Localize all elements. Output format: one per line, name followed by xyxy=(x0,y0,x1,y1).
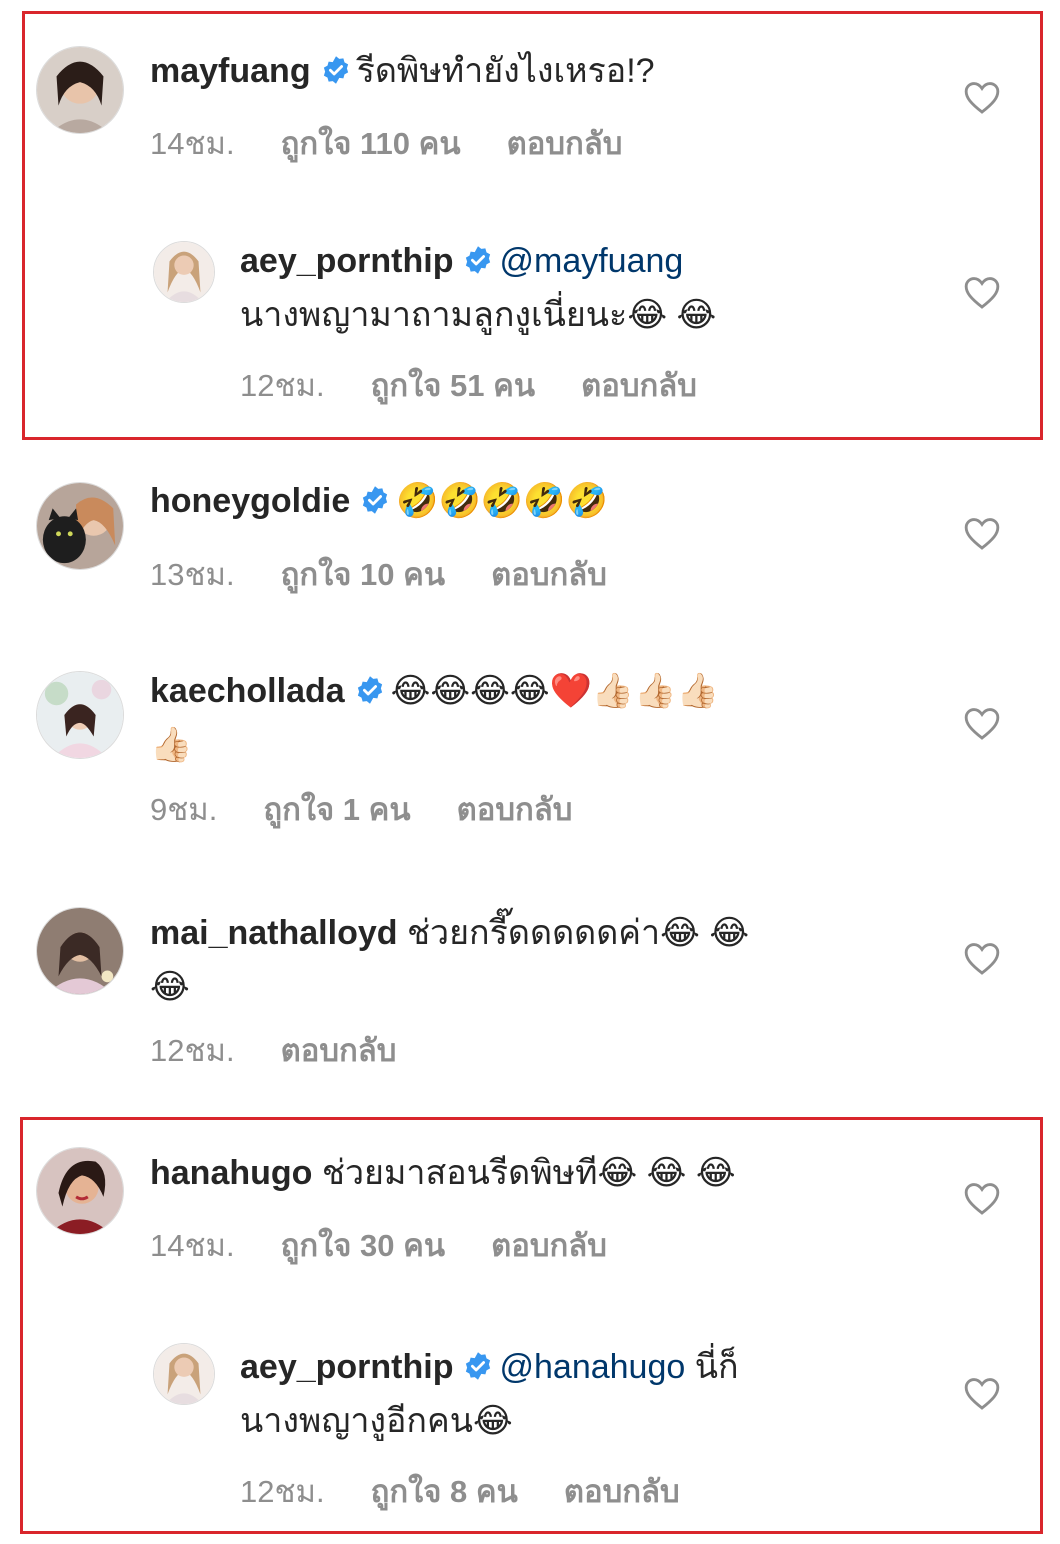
verified-badge-icon xyxy=(355,675,385,705)
likes-count[interactable]: ถูกใจ 10 คน xyxy=(281,557,445,592)
comment-text-continued: 👍🏻 xyxy=(150,726,193,764)
avatar[interactable] xyxy=(36,671,124,759)
username[interactable]: kaechollada xyxy=(150,672,345,710)
avatar[interactable] xyxy=(153,241,215,303)
mention-link[interactable]: @mayfuang xyxy=(499,242,683,280)
avatar[interactable] xyxy=(36,907,124,995)
comment-time: 13ชม. xyxy=(150,557,235,592)
reply-button[interactable]: ตอบกลับ xyxy=(491,1228,607,1263)
comment-text: นี่ก็ xyxy=(694,1348,739,1386)
comment-meta: 9ชม. ถูกใจ 1 คน ตอบกลับ xyxy=(150,784,618,834)
username[interactable]: aey_pornthip xyxy=(240,242,453,280)
likes-count[interactable]: ถูกใจ 8 คน xyxy=(371,1474,518,1509)
username[interactable]: mai_nathalloyd xyxy=(150,914,398,952)
comment-text-continued: นางพญางูอีกคน😂 xyxy=(240,1402,513,1440)
verified-badge-icon xyxy=(360,485,390,515)
avatar[interactable] xyxy=(36,1147,124,1235)
reply-button[interactable]: ตอบกลับ xyxy=(564,1474,680,1509)
comment-text: 😂😂😂😂❤️👍🏻👍🏻👍🏻 xyxy=(390,672,719,710)
like-heart-icon[interactable] xyxy=(963,1375,1001,1411)
comment-time: 14ชม. xyxy=(150,126,235,161)
comment-text-continued: 😂 xyxy=(150,968,190,1006)
comment-meta: 14ชม. ถูกใจ 110 คน ตอบกลับ xyxy=(150,118,668,168)
likes-count[interactable]: ถูกใจ 51 คน xyxy=(371,368,535,403)
comment-text: ช่วยกรี๊ดดดดดค่า😂 😂 xyxy=(406,914,750,952)
comment-time: 12ชม. xyxy=(150,1033,235,1068)
reply-button[interactable]: ตอบกลับ xyxy=(457,792,573,827)
comment-time: 12ชม. xyxy=(240,368,325,403)
like-heart-icon[interactable] xyxy=(963,940,1001,976)
likes-count[interactable]: ถูกใจ 30 คน xyxy=(281,1228,445,1263)
like-heart-icon[interactable] xyxy=(963,515,1001,551)
username[interactable]: hanahugo xyxy=(150,1154,312,1192)
username[interactable]: aey_pornthip xyxy=(240,1348,453,1386)
comment-text: 🤣🤣🤣🤣🤣 xyxy=(396,482,608,520)
verified-badge-icon xyxy=(463,245,493,275)
comment-meta: 12ชม. ถูกใจ 51 คน ตอบกลับ xyxy=(240,360,743,410)
comment-meta: 12ชม. ถูกใจ 8 คน ตอบกลับ xyxy=(240,1466,726,1516)
like-heart-icon[interactable] xyxy=(963,274,1001,310)
comment-meta: 12ชม. ตอบกลับ xyxy=(150,1025,442,1075)
avatar[interactable] xyxy=(153,1343,215,1405)
avatar[interactable] xyxy=(36,482,124,570)
reply-button[interactable]: ตอบกลับ xyxy=(507,126,623,161)
comment-text: ช่วยมาสอนรีดพิษที😂 😂 😂 xyxy=(321,1154,736,1192)
reply-button[interactable]: ตอบกลับ xyxy=(491,557,607,592)
comment-meta: 14ชม. ถูกใจ 30 คน ตอบกลับ xyxy=(150,1220,653,1270)
comment-time: 9ชม. xyxy=(150,792,218,827)
username[interactable]: mayfuang xyxy=(150,52,311,90)
likes-count[interactable]: ถูกใจ 1 คน xyxy=(263,792,410,827)
verified-badge-icon xyxy=(463,1351,493,1381)
username[interactable]: honeygoldie xyxy=(150,482,350,520)
like-heart-icon[interactable] xyxy=(963,79,1001,115)
avatar[interactable] xyxy=(36,46,124,134)
like-heart-icon[interactable] xyxy=(963,705,1001,741)
comment-meta: 13ชม. ถูกใจ 10 คน ตอบกลับ xyxy=(150,549,653,599)
comment-text: รีดพิษทำยังไงเหรอ!? xyxy=(356,52,655,90)
mention-link[interactable]: @hanahugo xyxy=(499,1348,685,1386)
reply-button[interactable]: ตอบกลับ xyxy=(281,1033,397,1068)
likes-count[interactable]: ถูกใจ 110 คน xyxy=(281,126,461,161)
like-heart-icon[interactable] xyxy=(963,1180,1001,1216)
verified-badge-icon xyxy=(321,55,351,85)
comment-text: นางพญามาถามลูกงูเนี่ยนะ😂 😂 xyxy=(240,296,717,334)
reply-button[interactable]: ตอบกลับ xyxy=(581,368,697,403)
comment-time: 14ชม. xyxy=(150,1228,235,1263)
comment-time: 12ชม. xyxy=(240,1474,325,1509)
